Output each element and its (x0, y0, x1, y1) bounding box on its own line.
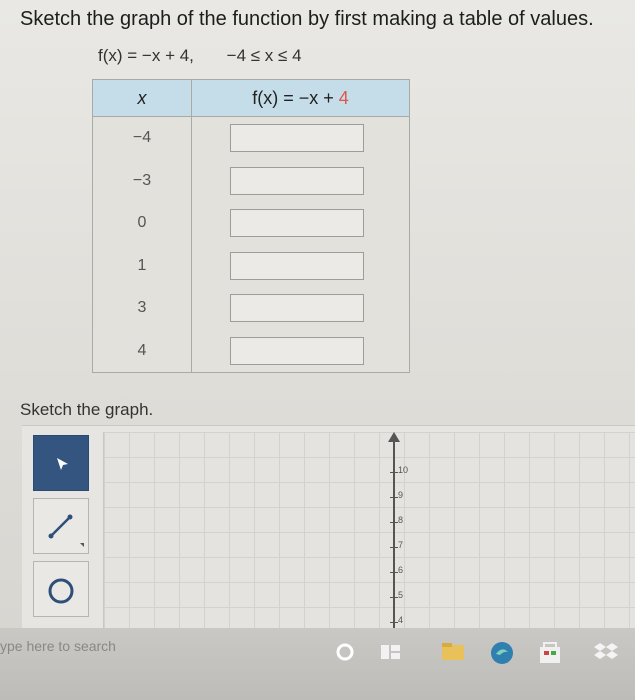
y-tick-label: 4 (398, 615, 404, 625)
table-row: 1 (92, 244, 410, 287)
sketch-graph-label: Sketch the graph. (20, 400, 154, 419)
y-axis-arrow-icon (388, 432, 400, 442)
y-tick-mark (390, 572, 398, 573)
y-tick-label: 9 (398, 490, 404, 500)
fx-answer-field[interactable] (230, 251, 364, 280)
x-value: 4 (92, 329, 192, 373)
header-x: x (92, 79, 192, 117)
table-header-row: x f(x) = −x + 4 (92, 79, 410, 117)
select-tool-button[interactable] (33, 435, 89, 491)
y-tick-mark (390, 547, 398, 548)
function-domain: −4 ≤ x ≤ 4 (226, 46, 302, 65)
fx-answer-field[interactable] (230, 124, 364, 153)
y-tick-mark (390, 522, 398, 523)
circle-tool-icon (48, 578, 74, 604)
x-value: 3 (92, 286, 192, 330)
coordinate-grid[interactable] (103, 432, 635, 632)
y-tick-mark (390, 497, 398, 498)
y-tick-label: 6 (398, 565, 404, 575)
function-definition: f(x) = −x + 4, −4 ≤ x ≤ 4 (98, 46, 302, 66)
edge-browser-icon[interactable] (488, 640, 516, 666)
fx-answer-field[interactable] (230, 209, 364, 238)
table-row: 4 (92, 329, 410, 373)
table-row: −4 (92, 116, 410, 160)
taskbar-search-box[interactable]: ype here to search (0, 638, 116, 654)
table-row: 0 (92, 201, 410, 245)
file-explorer-icon[interactable] (440, 640, 466, 664)
line-tool-button[interactable] (33, 498, 89, 554)
values-table: x f(x) = −x + 4 −4 −3 0 1 3 4 (92, 79, 410, 373)
circle-tool-button[interactable] (33, 561, 89, 617)
dropbox-icon[interactable] (592, 640, 622, 666)
microsoft-store-icon[interactable] (536, 640, 564, 666)
select-arrow-icon (57, 458, 68, 470)
cortana-circle-icon[interactable] (333, 640, 357, 664)
y-tick-mark (390, 597, 398, 598)
x-value: −3 (92, 159, 192, 202)
function-formula: f(x) = −x + 4, (98, 46, 194, 65)
table-row: −3 (92, 159, 410, 202)
fx-answer-field[interactable] (230, 336, 364, 365)
x-value: −4 (92, 116, 192, 160)
y-axis (393, 440, 395, 630)
y-tick-label: 10 (398, 465, 409, 475)
fx-answer-field[interactable] (230, 166, 364, 195)
y-tick-label: 8 (398, 515, 404, 525)
fx-answer-field[interactable] (230, 294, 364, 323)
header-fx-constant: 4 (338, 87, 349, 108)
instruction-text: Sketch the graph of the function by firs… (20, 8, 594, 30)
table-row: 3 (92, 286, 410, 330)
line-tool-icon (48, 514, 84, 547)
task-view-icon[interactable] (378, 640, 404, 664)
y-tick-mark (390, 472, 398, 473)
header-fx-formula: f(x) = −x + (252, 87, 334, 108)
y-tick-mark (390, 622, 398, 623)
x-value: 0 (92, 201, 192, 245)
y-tick-label: 7 (398, 540, 404, 550)
header-fx: f(x) = −x + 4 (191, 79, 410, 117)
y-tick-label: 5 (398, 590, 404, 600)
x-value: 1 (92, 244, 192, 287)
